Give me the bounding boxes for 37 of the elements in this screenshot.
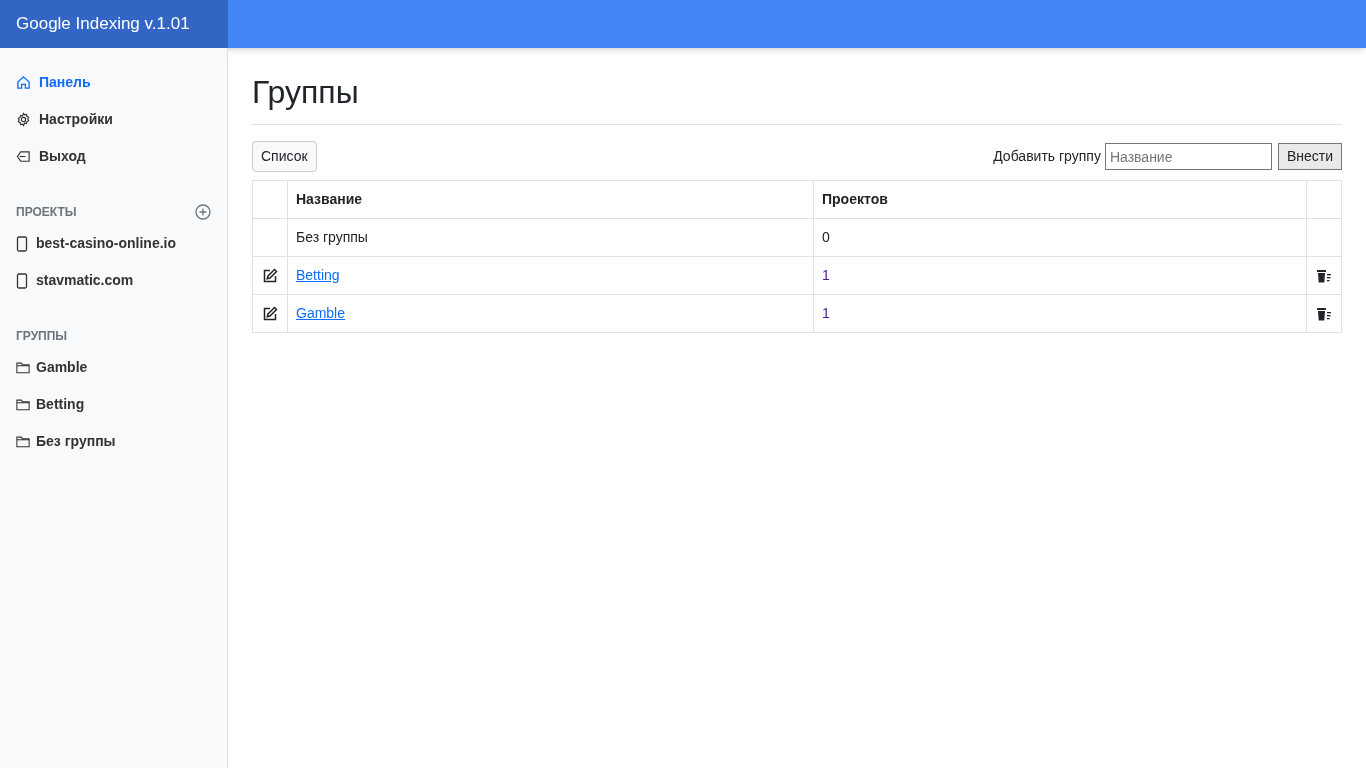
nav-link[interactable]: Панель (0, 64, 227, 101)
table-cell: 1 (822, 267, 830, 283)
folder-icon (16, 398, 30, 411)
section-heading: ГРУППЫ (16, 328, 68, 345)
table-cell: 0 (822, 229, 830, 245)
group-link[interactable]: Без группы (0, 423, 227, 460)
add-group-label: Добавить группу (993, 147, 1101, 166)
device-icon (16, 235, 28, 252)
group-link[interactable]: Gamble (0, 349, 227, 386)
column-header: Название (287, 180, 814, 219)
section-heading: ПРОЕКТЫ (16, 204, 77, 221)
gear-icon (16, 112, 31, 127)
delete-icon[interactable] (1316, 269, 1332, 284)
edit-icon[interactable] (262, 306, 278, 323)
table-cell: Без группы (296, 229, 368, 245)
folder-icon (16, 361, 30, 374)
add-icon[interactable] (195, 204, 211, 220)
device-icon (16, 272, 28, 289)
group-link[interactable]: Betting (0, 386, 227, 423)
folder-icon (16, 435, 30, 448)
app-title: Google Indexing v.1.01 (16, 13, 190, 36)
column-header: Проектов (813, 180, 1307, 219)
nav-link[interactable]: Настройки (0, 101, 227, 138)
nav-link[interactable]: Выход (0, 138, 227, 175)
exit-icon (16, 149, 31, 164)
table-cell: 1 (822, 305, 830, 321)
edit-icon[interactable] (262, 268, 278, 285)
group-name-link[interactable]: Gamble (296, 305, 346, 321)
group-name-link[interactable]: Betting (296, 267, 340, 283)
group-name-field[interactable]: Название (1104, 143, 1272, 170)
project-link[interactable]: best-casino-online.io (0, 225, 227, 262)
home-icon (16, 75, 31, 90)
submit-button[interactable]: Внести (1277, 143, 1342, 170)
project-link[interactable]: stavmatic.com (0, 262, 227, 299)
delete-icon[interactable] (1316, 307, 1332, 322)
page-title: Группы (252, 68, 1342, 125)
list-button[interactable]: Список (252, 141, 317, 172)
